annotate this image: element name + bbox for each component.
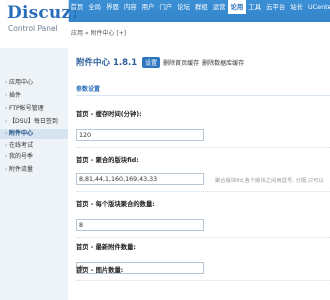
field-label-3: 首页 - 最新附件数量: xyxy=(76,244,136,251)
field-input-1[interactable]: 8,81,44,1,160,169,43,33 xyxy=(76,173,204,185)
breadcrumb: 应用 » 附件中心 [+] xyxy=(71,30,127,37)
sidebar-item-label: FTP帐号管理 xyxy=(9,105,44,112)
row-divider xyxy=(76,280,330,282)
sidebar-item-5[interactable]: › 在线考试 xyxy=(0,141,68,151)
sidebar-item-2[interactable]: › FTP帐号管理 xyxy=(0,104,68,114)
sidebar: › 应用中心 › 插件 › FTP帐号管理 › 【DSU】每日签到 › 附件中心 › 在线考试 › 我的号… xyxy=(0,48,69,300)
section-title: 参数设置 xyxy=(76,86,101,93)
sidebar-item-label: 【DSU】每日签到 xyxy=(9,118,58,125)
title-row: 附件中心 1.8.1 设置 删除首页缓存 删除数据库缓存 xyxy=(76,56,244,68)
sidebar-item-label: 附件中心 xyxy=(9,130,34,137)
nav-tab-3[interactable]: 内容 xyxy=(121,0,139,14)
field-label-4: 首页 - 图片数量: xyxy=(76,267,124,274)
title-buttons: 设置 删除首页缓存 删除数据库缓存 xyxy=(139,57,244,68)
nav-tab-9[interactable]: 论用 xyxy=(228,0,246,14)
sidebar-item-0[interactable]: › 应用中心 xyxy=(0,78,68,88)
main-panel: 附件中心 1.8.1 设置 删除首页缓存 删除数据库缓存 参数设置 首页 - 缓存时… xyxy=(68,42,330,300)
field-label-1: 首页 - 聚合的版块fid: xyxy=(76,157,139,164)
sidebar-item-label: 应用中心 xyxy=(9,79,34,86)
sidebar-item-label: 附件流量 xyxy=(9,166,34,173)
title-button-0[interactable]: 设置 xyxy=(142,57,161,68)
sidebar-item-4[interactable]: › 附件中心 xyxy=(0,129,68,139)
field-label-0: 首页 - 缓存时间(分钟): xyxy=(76,111,142,118)
sidebar-item-6[interactable]: › 我的号季 xyxy=(0,152,68,162)
row-divider xyxy=(76,147,330,149)
section-header: 参数设置 xyxy=(76,85,330,96)
nav-tab-8[interactable]: 运营 xyxy=(210,0,228,14)
logo-subtitle: Control Panel xyxy=(8,24,58,33)
nav-tab-5[interactable]: 门户 xyxy=(157,0,175,14)
field-input-0[interactable]: 120 xyxy=(76,129,204,141)
title-button-2[interactable]: 删除数据库缓存 xyxy=(202,58,244,67)
sidebar-item-1[interactable]: › 插件 xyxy=(0,91,68,101)
page-title: 附件中心 1.8.1 xyxy=(76,58,138,68)
logo[interactable]: Discuz! Control Panel xyxy=(0,0,79,48)
nav-tab-13[interactable]: UCenter xyxy=(306,0,330,14)
nav-tab-1[interactable]: 全局 xyxy=(86,0,104,14)
sidebar-item-label: 在线考试 xyxy=(9,142,34,149)
nav-tab-12[interactable]: 站长 xyxy=(288,0,306,14)
sidebar-item-3[interactable]: › 【DSU】每日签到 xyxy=(0,117,68,127)
nav-tab-0[interactable]: 首页 xyxy=(68,0,86,14)
field-hint-1: 聚合版块fid,各个版块之间用逗号, 分隔,只可以 xyxy=(215,178,324,184)
field-label-2: 首页 - 每个版块聚合的数量: xyxy=(76,201,155,208)
nav-tab-7[interactable]: 群组 xyxy=(192,0,210,14)
main-nav: 首页全局界面内容用户门户论坛群组运营论用工具云平台站长UCenter xyxy=(68,0,330,14)
row-divider xyxy=(76,191,330,193)
breadcrumb-bar: 应用 » 附件中心 [+] xyxy=(68,22,330,43)
title-button-1[interactable]: 删除首页缓存 xyxy=(163,58,199,67)
nav-tab-11[interactable]: 云平台 xyxy=(264,0,288,14)
sidebar-item-7[interactable]: › 附件流量 xyxy=(0,165,68,175)
field-input-2[interactable]: 8 xyxy=(76,219,204,231)
sidebar-item-label: 我的号季 xyxy=(9,153,34,160)
nav-tab-2[interactable]: 界面 xyxy=(104,0,122,14)
row-divider xyxy=(76,237,330,239)
nav-tab-4[interactable]: 用户 xyxy=(139,0,157,14)
nav-tab-6[interactable]: 论坛 xyxy=(175,0,193,14)
sidebar-item-label: 插件 xyxy=(9,92,22,99)
nav-tab-10[interactable]: 工具 xyxy=(246,0,264,14)
